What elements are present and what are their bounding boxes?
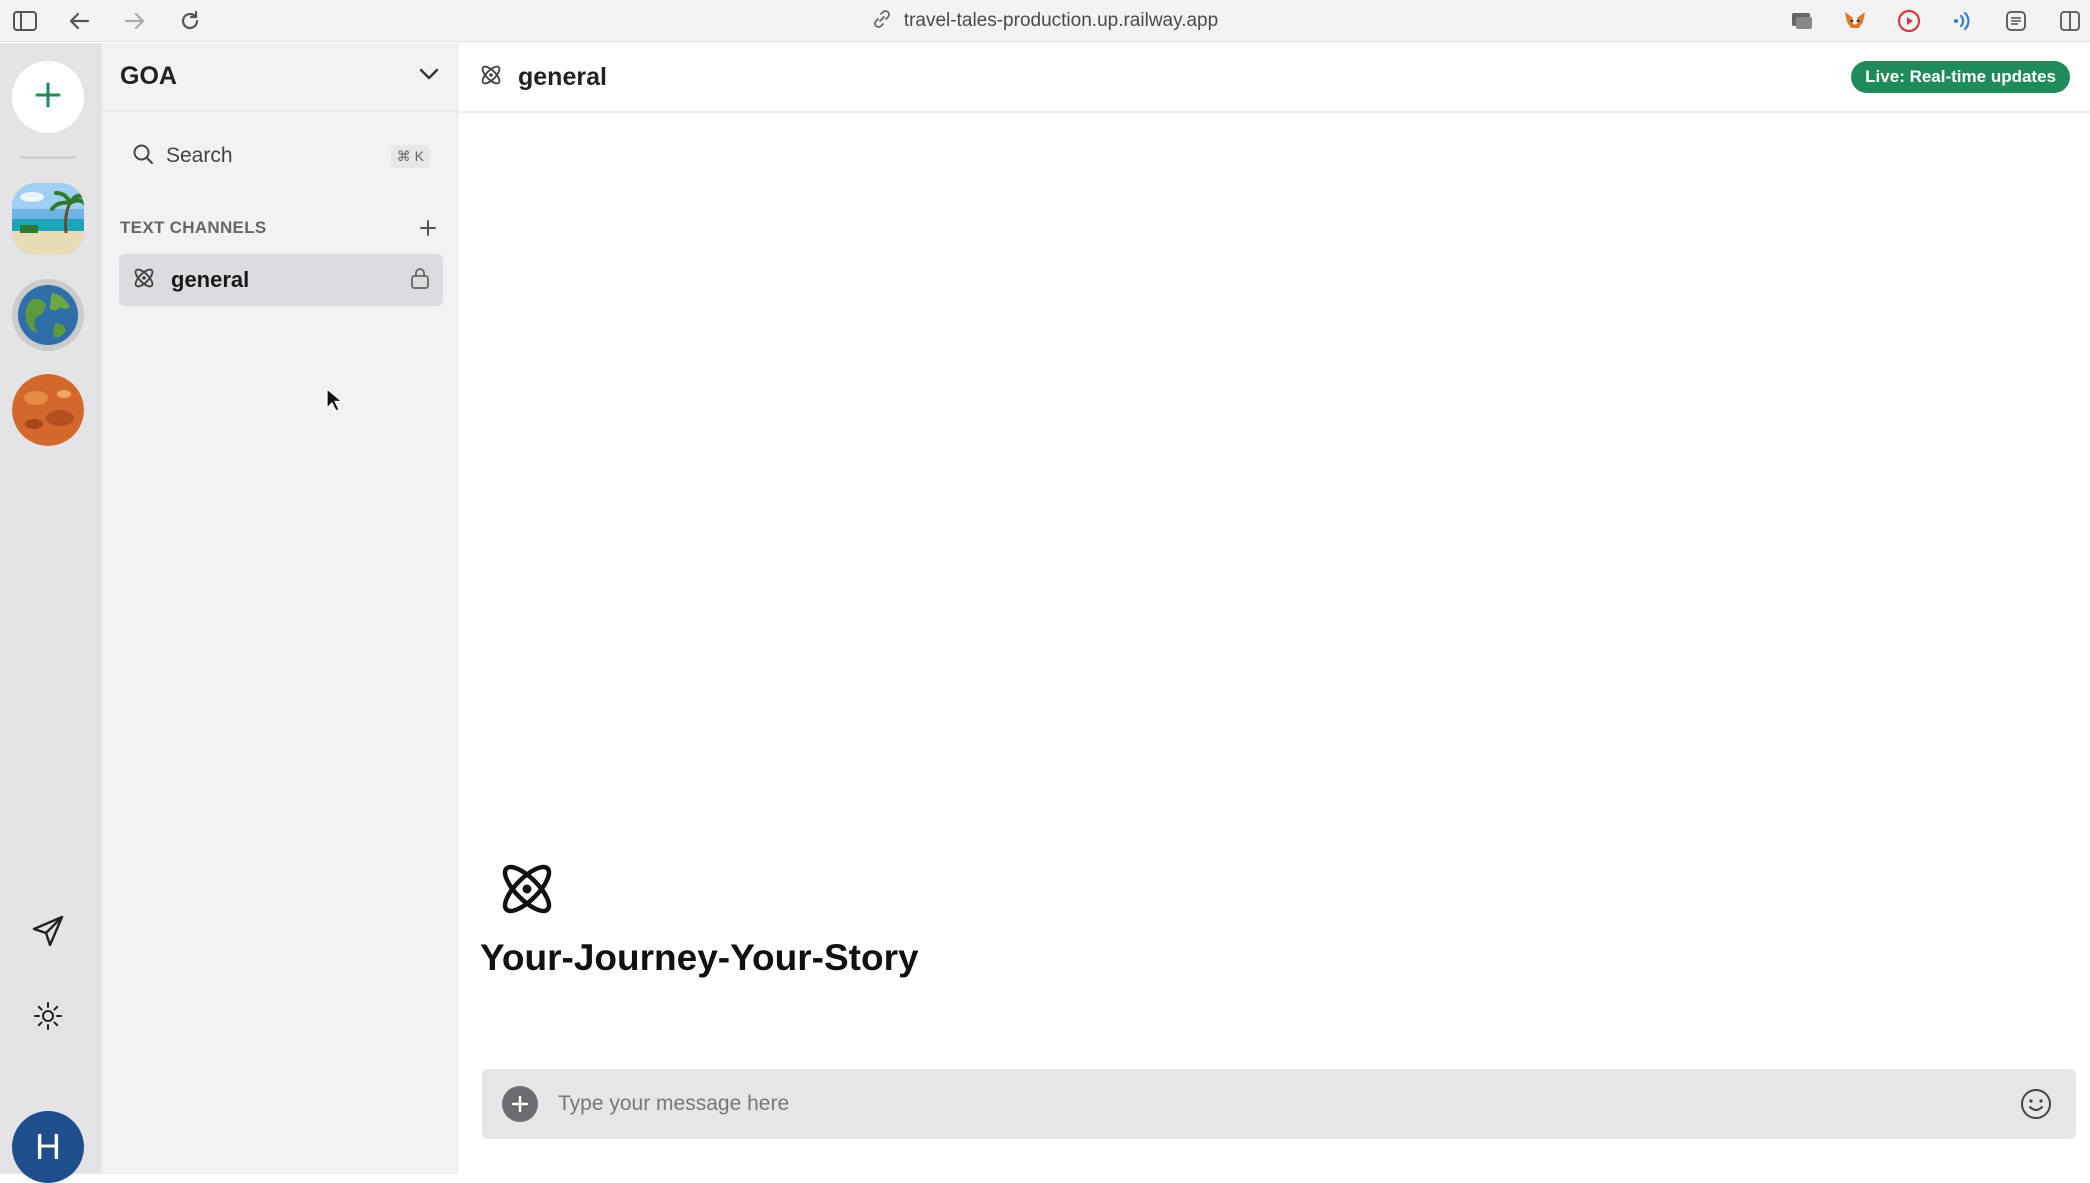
sidebar-toggle-icon[interactable]	[10, 7, 40, 35]
text-channels-header: TEXT CHANNELS	[120, 213, 442, 243]
rail-separator	[20, 156, 76, 159]
split-view-icon[interactable]	[2055, 7, 2085, 35]
server-header-dropdown[interactable]: GOA	[102, 43, 458, 111]
chevron-down-icon	[418, 67, 440, 86]
link-icon	[872, 9, 892, 34]
mouse-cursor	[326, 387, 344, 417]
plus-icon	[33, 80, 63, 115]
browser-toolbar: travel-tales-production.up.railway.app	[0, 0, 2090, 42]
search-icon	[132, 143, 154, 170]
channel-atom-icon	[131, 265, 157, 296]
message-composer	[482, 1069, 2076, 1139]
channel-atom-icon	[478, 62, 504, 93]
channel-sidebar: GOA Search ⌘ K TEXT CHANNELS general	[102, 43, 458, 1174]
globe-image	[12, 279, 84, 351]
theme-toggle-icon[interactable]	[27, 995, 69, 1037]
lock-icon	[409, 266, 431, 295]
server-mars[interactable]	[12, 374, 84, 446]
search-label: Search	[166, 144, 233, 167]
record-icon[interactable]	[1894, 7, 1924, 35]
channel-item-general[interactable]: general	[119, 254, 443, 306]
user-avatar[interactable]: H	[12, 1111, 84, 1183]
address-bar: travel-tales-production.up.railway.app	[0, 0, 2090, 42]
chat-channel-title: general	[518, 62, 607, 91]
reader-icon[interactable]	[2001, 7, 2031, 35]
add-channel-button[interactable]	[414, 214, 442, 242]
url-text[interactable]: travel-tales-production.up.railway.app	[904, 10, 1218, 32]
add-server-button[interactable]	[12, 61, 84, 133]
server-beach[interactable]	[12, 183, 84, 255]
emoji-icon[interactable]	[2016, 1084, 2056, 1124]
audio-icon[interactable]	[1947, 7, 1977, 35]
welcome-title: Your-Journey-Your-Story	[480, 937, 919, 978]
reload-icon[interactable]	[175, 7, 205, 35]
attach-button[interactable]	[502, 1086, 538, 1122]
live-status-badge: Live: Real-time updates	[1851, 61, 2070, 93]
back-icon[interactable]	[64, 7, 94, 35]
plus-icon	[511, 1095, 529, 1113]
metamask-icon[interactable]	[1840, 7, 1870, 35]
server-name: GOA	[120, 62, 177, 90]
section-title: TEXT CHANNELS	[120, 218, 267, 237]
send-icon[interactable]	[27, 910, 69, 952]
message-input[interactable]	[558, 1084, 2016, 1124]
search-shortcut: ⌘ K	[390, 144, 430, 168]
plus-icon	[420, 220, 436, 236]
server-rail: H	[0, 43, 102, 1183]
chat-main: general Live: Real-time updates Your-Jou…	[458, 43, 2090, 1174]
mars-image	[12, 374, 84, 446]
welcome-atom-icon	[494, 856, 560, 922]
channel-name: general	[171, 267, 250, 292]
user-avatar-initial: H	[35, 1126, 61, 1167]
search-button[interactable]: Search ⌘ K	[120, 131, 442, 181]
server-globe[interactable]	[12, 279, 84, 351]
screen-icon[interactable]	[1787, 7, 1817, 35]
chat-header: general Live: Real-time updates	[458, 43, 2090, 113]
forward-icon[interactable]	[120, 7, 150, 35]
beach-image	[12, 183, 84, 255]
